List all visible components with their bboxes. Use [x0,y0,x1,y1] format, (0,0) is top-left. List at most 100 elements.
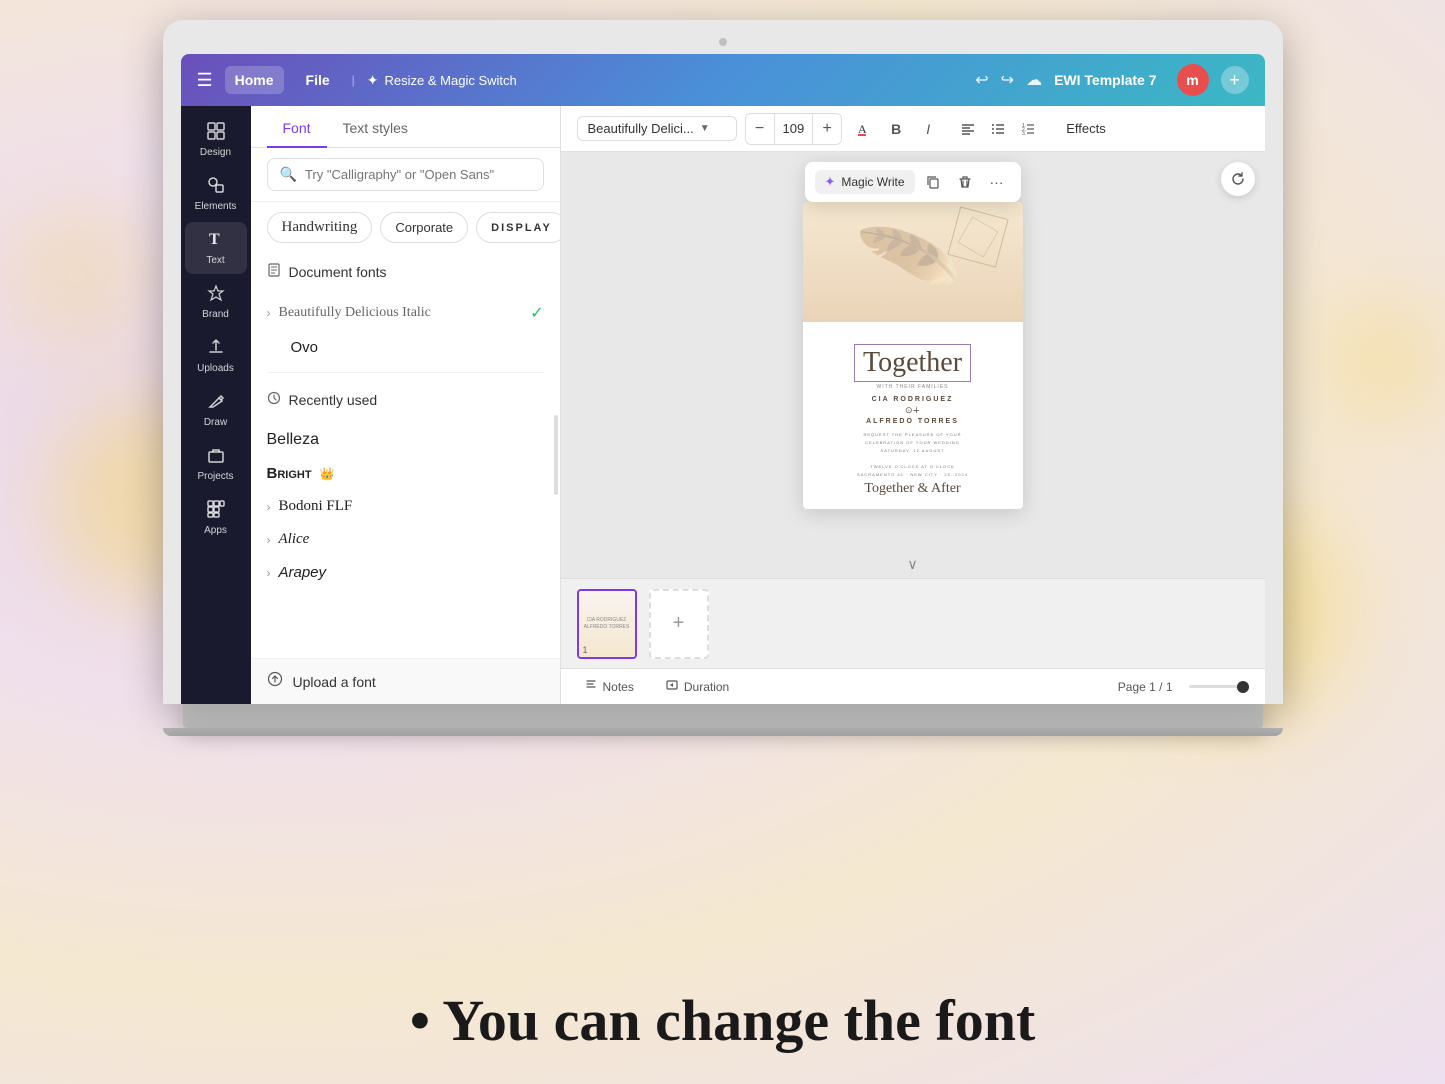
magic-switch-btn[interactable]: ✦ Resize & Magic Switch [367,72,517,89]
font-list[interactable]: Document fonts › Beautifully Delicious I… [251,253,560,658]
recently-used-header: Recently used [267,391,544,409]
arapey-name: Arapey [279,564,327,581]
upload-font-btn[interactable]: Upload a font [251,658,560,704]
magic-switch-icon: ✦ [367,72,379,89]
sidebar-item-draw[interactable]: Draw [185,384,247,436]
bokeh-2 [0,200,150,350]
font-item-ovo[interactable]: Ovo [251,331,560,364]
scroll-indicator [554,415,558,495]
nav-file[interactable]: File [296,66,340,94]
align-left-btn[interactable] [954,115,982,143]
projects-icon [207,446,225,467]
card-together-text: Together [854,344,971,382]
top-bar-actions: ↩ ↪ ☁ EWI Template 7 m + [975,64,1248,96]
design-label: Design [200,147,231,158]
zoom-control [1189,685,1249,688]
font-selector-name: Beautifully Delici... [588,121,694,136]
font-categories: Handwriting Corporate DISPLAY › [251,202,560,253]
italic-btn[interactable]: I [914,115,942,143]
text-color-btn[interactable]: A [850,115,878,143]
expand-arrow-beautifully: › [267,306,271,320]
notes-btn[interactable]: Notes [577,675,642,698]
draw-label: Draw [204,417,227,428]
status-bar: Notes Duration Page [561,668,1265,704]
nav-home[interactable]: Home [225,66,284,94]
sidebar-item-projects[interactable]: Projects [185,438,247,490]
plus-button[interactable]: + [1221,66,1249,94]
zoom-line[interactable] [1189,685,1249,688]
sidebar-item-uploads[interactable]: Uploads [185,330,247,382]
bottom-caption: • You can change the font [410,987,1036,1054]
font-item-bodoni[interactable]: › Bodoni FLF [251,490,560,523]
font-item-arapey[interactable]: › Arapey [251,556,560,589]
size-value[interactable]: 109 [774,114,814,144]
nav-separator: | [352,73,355,87]
icon-sidebar: Design Elements [181,106,251,704]
magic-write-btn[interactable]: ✦ Magic Write [814,170,914,194]
category-corporate[interactable]: Corporate [380,212,468,243]
sidebar-item-elements[interactable]: Elements [185,168,247,220]
elements-label: Elements [195,201,237,212]
font-selector-dropdown[interactable]: Beautifully Delici... ▼ [577,116,737,141]
card-symbols: ⊙∔ [905,405,920,416]
font-item-alice[interactable]: › Alice [251,523,560,556]
card-deco: 🪶 [803,202,1023,322]
format-btns: A B I [850,115,942,143]
delete-btn[interactable] [951,168,979,196]
laptop-screen-bezel: ☰ Home File | ✦ Resize & Magic Switch ↩ … [163,20,1283,704]
upload-icon [267,671,283,692]
tab-text-styles[interactable]: Text styles [327,106,424,148]
undo-icon[interactable]: ↩ [975,70,988,90]
notes-icon [585,679,597,694]
crown-icon: 👑 [320,467,335,481]
uploads-icon [207,338,225,359]
user-avatar[interactable]: m [1177,64,1209,96]
divider-1 [267,372,544,373]
effects-btn[interactable]: Effects [1054,117,1118,140]
canvas-card: 🪶 Together WITH THEIR FAMILIES CIA RODRI… [803,202,1023,509]
card-script: Together & After [864,481,960,497]
main-content: Design Elements [181,106,1265,704]
search-icon: 🔍 [280,166,297,183]
copy-btn[interactable] [919,168,947,196]
more-btn[interactable]: ··· [983,168,1011,196]
cloud-icon[interactable]: ☁ [1026,70,1042,90]
alice-item-left: › Alice [267,531,310,548]
brand-icon [207,284,225,305]
size-decrease-btn[interactable]: − [746,114,774,144]
top-bar: ☰ Home File | ✦ Resize & Magic Switch ↩ … [181,54,1265,106]
add-page-btn[interactable]: + [649,589,709,659]
ovo-font-name: Ovo [267,339,319,356]
bright-name: Bright [267,465,312,482]
size-control: − 109 + [745,113,843,145]
font-item-belleza[interactable]: Belleza [251,423,560,457]
size-increase-btn[interactable]: + [813,114,841,144]
card-names-top: CIA RODRIGUEZ [872,396,954,403]
bodoni-item-left: › Bodoni FLF [267,498,353,515]
font-panel-tabs: Font Text styles [251,106,560,148]
bold-btn[interactable]: B [882,115,910,143]
sidebar-item-design[interactable]: Design [185,114,247,166]
font-item-bright[interactable]: Bright 👑 [251,457,560,490]
redo-icon[interactable]: ↪ [1001,70,1014,90]
laptop-foot [163,728,1283,736]
page-thumb-1[interactable]: CIA RODRIGUEZALFREDO TORRES 1 [577,589,637,659]
elements-icon [207,176,225,197]
search-wrapper: 🔍 [267,158,544,191]
sidebar-item-text[interactable]: T Text [185,222,247,274]
align-numbered-btn[interactable]: 1. 2. 3. [1014,115,1042,143]
font-item-beautifully[interactable]: › Beautifully Delicious Italic ✓ [251,295,560,331]
category-display[interactable]: DISPLAY [476,212,559,243]
sidebar-item-apps[interactable]: Apps [185,492,247,544]
search-input[interactable] [305,167,531,182]
duration-btn[interactable]: Duration [658,675,737,698]
laptop-camera [719,38,727,46]
refresh-btn[interactable] [1221,162,1255,196]
sidebar-item-brand[interactable]: Brand [185,276,247,328]
align-bullets-btn[interactable] [984,115,1012,143]
upload-label: Upload a font [293,674,376,690]
tab-font[interactable]: Font [267,106,327,148]
category-handwriting[interactable]: Handwriting [267,212,373,243]
alice-name: Alice [279,531,310,548]
hamburger-icon[interactable]: ☰ [197,70,213,91]
